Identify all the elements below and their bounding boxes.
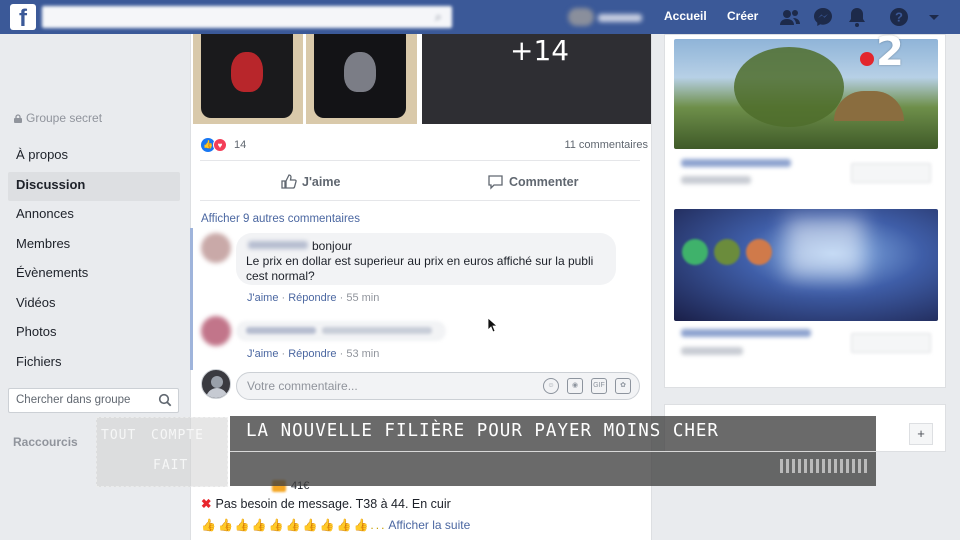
group-privacy-text: Groupe secret [26, 111, 103, 125]
comment-time: 53 min [346, 348, 380, 360]
group-search-input[interactable]: Chercher dans groupe [8, 388, 179, 413]
comment-button[interactable]: Commenter [487, 173, 578, 191]
search-icon[interactable]: ⌕ [435, 9, 442, 25]
search-icon[interactable] [158, 393, 172, 407]
nav-create-link[interactable]: Créer [727, 9, 758, 23]
nav-item-photos[interactable]: Photos [8, 319, 180, 349]
group-privacy-label: Groupe secret [14, 111, 102, 125]
channel-logo-dot [860, 52, 874, 66]
mouse-cursor-icon [487, 317, 497, 333]
nav-item-evenements[interactable]: Évènements [8, 260, 180, 290]
suggested-group-members [681, 176, 751, 184]
profile-name [598, 14, 642, 22]
commenter-avatar[interactable] [201, 316, 231, 346]
show-logo-word: TOUT [101, 428, 137, 443]
reaction-count: 14 [234, 139, 247, 151]
add-language-button[interactable]: + [909, 423, 933, 445]
nav-item-fichiers[interactable]: Fichiers [8, 349, 180, 379]
post-photo-2[interactable] [306, 34, 417, 124]
comment-reply-link[interactable]: Répondre [288, 292, 336, 304]
divider [200, 200, 640, 201]
notifications-icon[interactable] [845, 5, 869, 29]
comment-meta: J'aime · Répondre · 53 min [247, 348, 380, 360]
tshirt-image [314, 34, 406, 118]
show-more-comments-link[interactable]: Afficher 9 autres commentaires [201, 213, 360, 225]
emoji-row: 👍👍👍👍👍👍👍👍👍👍... [201, 518, 387, 532]
comment-reply-link[interactable]: Répondre [288, 348, 336, 360]
group-search-placeholder: Chercher dans groupe [16, 394, 131, 406]
search-input[interactable]: ⌕ [42, 6, 452, 28]
news-banner: LA NOUVELLE FILIÈRE POUR PAYER MOINS CHE… [230, 416, 876, 486]
comment-like-link[interactable]: J'aime [247, 348, 278, 360]
messenger-icon[interactable] [811, 5, 835, 29]
current-user-avatar [201, 369, 231, 399]
tshirt-print [231, 52, 263, 92]
camera-icon[interactable]: ◉ [567, 378, 583, 394]
post-emoji-row: 👍👍👍👍👍👍👍👍👍👍... Afficher la suite [201, 518, 470, 532]
banner-stripes [780, 459, 870, 473]
tshirt-print [344, 52, 376, 92]
comment-input-placeholder: Votre commentaire... [247, 379, 358, 393]
cross-mark-icon: ✖ [201, 497, 212, 511]
nav-item-membres[interactable]: Membres [8, 231, 180, 261]
banner-title: LA NOUVELLE FILIÈRE POUR PAYER MOINS CHE… [246, 421, 719, 441]
suggested-groups-panel [664, 34, 946, 388]
divider [200, 160, 640, 161]
sticker-icon[interactable]: ✿ [615, 378, 631, 394]
svg-text:?: ? [895, 10, 903, 25]
top-navigation-bar: f ⌕ Accueil Créer ? [0, 0, 960, 34]
comment-meta: J'aime · Répondre · 55 min [247, 292, 380, 304]
love-reaction-icon: ♥ [213, 138, 227, 152]
suggested-group-members [681, 347, 743, 355]
join-group-button[interactable] [851, 163, 931, 183]
suggested-group-name[interactable] [681, 159, 791, 167]
help-icon[interactable]: ? [887, 5, 911, 29]
comment-text: Le prix en dollar est superieur au prix … [246, 254, 594, 283]
tshirt-image [201, 34, 293, 118]
comment-bubble: bonjour Le prix en dollar est superieur … [236, 233, 616, 285]
show-logo: TOUT COMPTE FAIT [96, 417, 228, 487]
menu-caret-icon[interactable] [922, 5, 946, 29]
comment-like-link[interactable]: J'aime [247, 292, 278, 304]
nav-item-videos[interactable]: Vidéos [8, 290, 180, 320]
comment-time: 55 min [346, 292, 380, 304]
friends-icon[interactable] [778, 5, 802, 29]
comment-greeting: bonjour [312, 239, 353, 253]
facebook-logo[interactable]: f [10, 4, 36, 30]
channel-logo: 2 [860, 29, 908, 75]
banner-divider [230, 451, 876, 452]
post-body-text: Pas besoin de message. T38 à 44. En cuir [215, 497, 451, 511]
profile-avatar [568, 8, 594, 26]
like-button[interactable]: J'aime [280, 173, 340, 191]
comment-input[interactable]: Votre commentaire... ☺ ◉ GIF ✿ [236, 372, 640, 400]
join-group-button[interactable] [851, 333, 931, 353]
show-logo-word: FAIT [153, 458, 189, 473]
nav-home-link[interactable]: Accueil [664, 9, 707, 23]
post-body: ✖ Pas besoin de message. T38 à 44. En cui… [201, 496, 451, 511]
see-more-link[interactable]: Afficher la suite [388, 518, 470, 532]
nav-item-a-propos[interactable]: À propos [8, 142, 180, 172]
lock-icon [14, 114, 22, 123]
post-photo-1[interactable] [193, 34, 303, 124]
suggested-group-cover-2[interactable] [674, 209, 938, 321]
shortcuts-heading: Raccourcis [13, 435, 78, 449]
commenter-avatar[interactable] [201, 233, 231, 263]
post-photo-more[interactable]: +14 [422, 34, 651, 124]
comments-count[interactable]: 11 commentaires [564, 139, 648, 151]
comment-bubble [236, 321, 446, 341]
suggested-group-name[interactable] [681, 329, 811, 337]
more-photos-count: +14 [510, 34, 570, 67]
emoji-icon[interactable]: ☺ [543, 378, 559, 394]
gif-icon[interactable]: GIF [591, 378, 607, 394]
channel-number: 2 [876, 29, 904, 75]
comment-thread-indicator [190, 228, 193, 370]
show-logo-word: COMPTE [151, 428, 204, 443]
thumbs-up-icon [281, 174, 297, 189]
nav-item-annonces[interactable]: Annonces [8, 201, 180, 231]
comment-icon [488, 175, 503, 190]
nav-item-discussion[interactable]: Discussion [8, 171, 180, 201]
group-navigation: À propos Discussion Annonces Membres Évè… [8, 142, 180, 378]
profile-link[interactable] [568, 8, 644, 26]
